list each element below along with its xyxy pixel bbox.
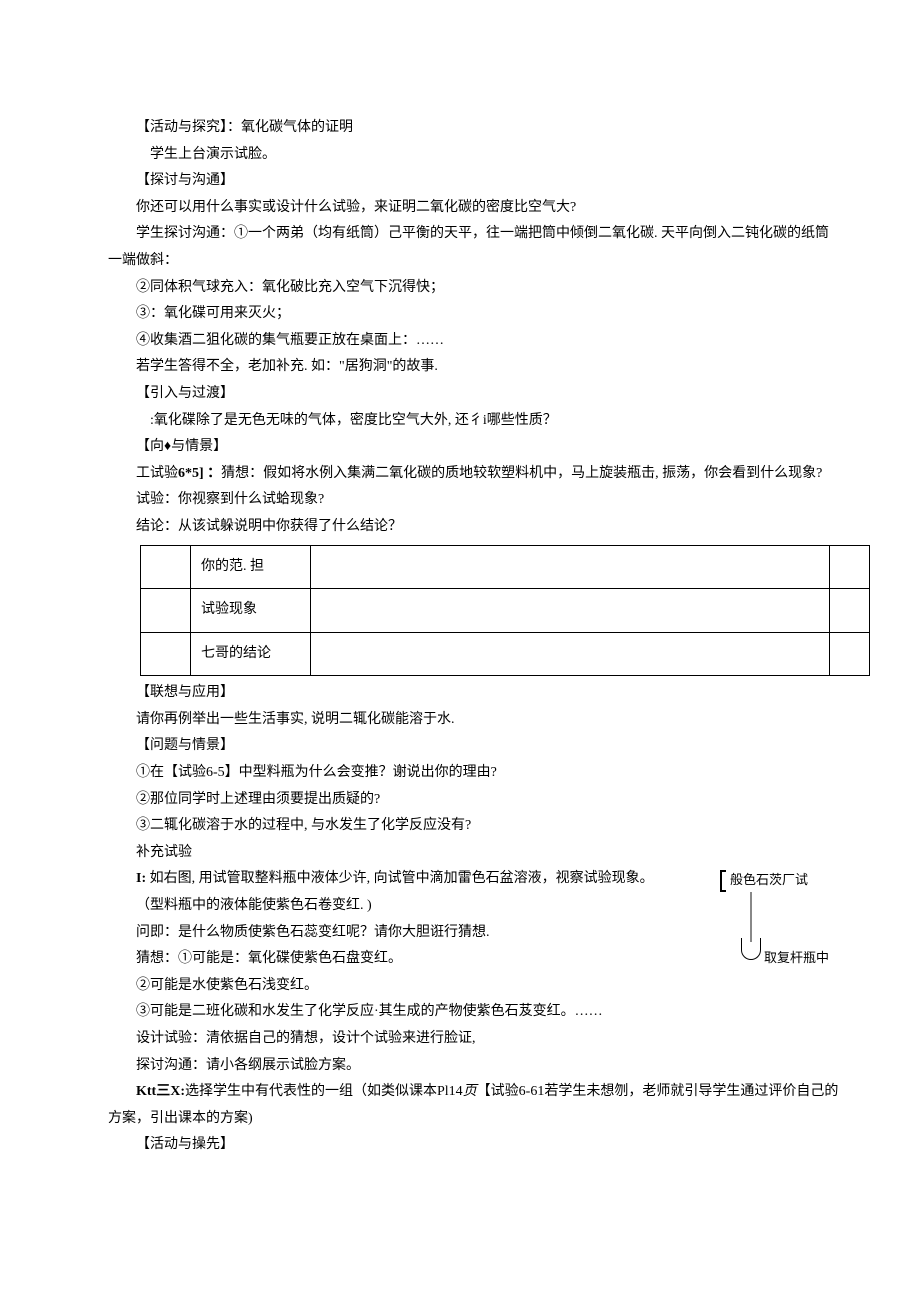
table-cell-blank [141, 589, 191, 633]
text: 选择学生中有代表性的一组（如类似课本Pl14 [185, 1084, 463, 1099]
bracket-icon [720, 870, 726, 892]
diagram-label-top: 般色石茨厂试 [730, 868, 808, 893]
section-heading: 【联想与应用】 [108, 680, 840, 707]
document-body: 【活动与探究】：氧化碳气体的证明 学生上台演示试脸。 【探讨与沟通】 你还可以用… [80, 115, 840, 1159]
table-cell-label: 试验现象 [191, 589, 311, 633]
table-cell-label: 七哥的结论 [191, 632, 311, 676]
table-cell-blank [141, 545, 191, 589]
paragraph: 结论：从该试躲说明中你获得了什么结论？ [108, 514, 840, 541]
diagram-container: 般色石茨厂试 取复杆瓶中 I: 如右图, 用试管取整料瓶中液体少许, 向试管中滴… [80, 866, 840, 946]
section-heading: 【向♦与情景】 [108, 434, 840, 461]
paragraph: ①在【试验6-5】中型料瓶为什么会变推？谢说出你的理由? [108, 760, 840, 787]
paragraph: ②那位同学时上述理由须要提出质疑的? [108, 787, 840, 814]
paragraph: ②同体积气球充入：氧化破比充入空气下沉得快； [108, 275, 840, 302]
text: 学生探讨沟通：①一个两弟（均有纸筒）己平衡的天平，往一端把筒中倾倒二氧化碳. 天… [108, 226, 829, 268]
experiment-table: 你的范. 担 试验现象 七哥的结论 [140, 545, 870, 677]
italic-text: 页 [463, 1084, 477, 1099]
section-heading: 【活动与操先】 [108, 1132, 840, 1159]
paragraph: 请你再例举出一些生活事实, 说明二辄化碳能溶于水. [108, 707, 840, 734]
paragraph: 学生上台演示试脸。 [108, 142, 840, 169]
test-tube-icon [741, 938, 761, 960]
paragraph: 补充试验 [108, 840, 840, 867]
table-row: 你的范. 担 [141, 545, 870, 589]
table-row: 试验现象 [141, 589, 870, 633]
paragraph: ③可能是二班化碳和水发生了化学反应·其生成的产物使紫色石芨变红。…… [108, 999, 840, 1026]
paragraph: ③：氧化碟可用来灭火； [108, 301, 840, 328]
paragraph: 设计试验：清依据自己的猜想，设计个试验来进行脸证, [108, 1026, 840, 1053]
bold-text: I: [136, 871, 150, 886]
section-heading: 【探讨与沟通】 [108, 168, 840, 195]
paragraph: ③二辄化碳溶于水的过程中, 与水发生了化学反应没有? [108, 813, 840, 840]
paragraph: :氧化碟除了是无色无味的气体，密度比空气大外, 还彳i哪些性质？ [108, 408, 840, 435]
bold-text: 6*5] ： [178, 466, 221, 481]
table-cell-value [311, 632, 830, 676]
section-heading: 【引入与过渡】 [108, 381, 840, 408]
text: 如右图, 用试管取整料瓶中液体少许, 向试管中滴加雷色石盆溶液，视察试验现象。 [150, 871, 654, 886]
section-heading: 【问题与情景】 [108, 733, 840, 760]
paragraph: Ktt三X:选择学生中有代表性的一组（如类似课本Pl14页【试验6-61若学生未… [108, 1079, 840, 1132]
paragraph: 工试验6*5] ：猜想：假如将水例入集满二氧化碳的质地较软塑料机中，马上旋装瓶击… [108, 461, 840, 488]
test-tube-diagram: 般色石茨厂试 取复杆瓶中 [720, 866, 840, 986]
paragraph: 学生探讨沟通：①一个两弟（均有纸筒）己平衡的天平，往一端把筒中倾倒二氧化碳. 天… [108, 221, 840, 274]
paragraph: 【活动与探究】：氧化碳气体的证明 [108, 115, 840, 142]
paragraph: 若学生答得不全，老加补充. 如："居狗洞"的故事. [108, 354, 840, 381]
bold-text: Ktt三X: [136, 1084, 185, 1099]
table-cell-label: 你的范. 担 [191, 545, 311, 589]
table-cell-blank [830, 545, 870, 589]
paragraph: ④收集酒二狙化碳的集气瓶要正放在桌面上：…… [108, 328, 840, 355]
table-cell-value [311, 589, 830, 633]
paragraph: 探讨沟通：请小各纲展示试脸方案。 [108, 1053, 840, 1080]
paragraph: 你还可以用什么事实或设计什么试验，来证明二氧化碳的密度比空气大? [108, 195, 840, 222]
diagram-label-bottom: 取复杆瓶中 [764, 946, 829, 971]
table-cell-value [311, 545, 830, 589]
diagram-line [750, 892, 752, 942]
table-cell-blank [830, 632, 870, 676]
table-row: 七哥的结论 [141, 632, 870, 676]
text: 猜想：假如将水例入集满二氧化碳的质地较软塑料机中，马上旋装瓶击, 振荡，你会看到… [221, 466, 822, 481]
text: 工试验 [136, 466, 178, 481]
table-cell-blank [141, 632, 191, 676]
table-cell-blank [830, 589, 870, 633]
paragraph: 试验：你视察到什么试蛤现象? [108, 487, 840, 514]
